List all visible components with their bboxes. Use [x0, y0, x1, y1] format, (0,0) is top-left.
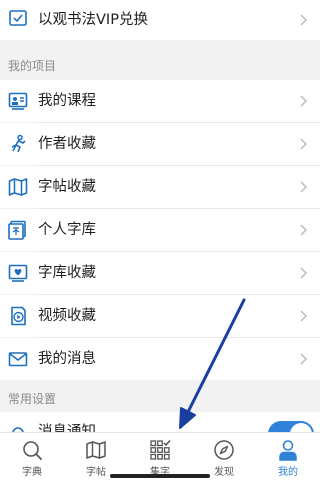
menu-item-label: 作者收藏 — [38, 136, 96, 152]
tab-collect-characters[interactable]: 集字 — [128, 433, 192, 480]
menu-item-label: 字库收藏 — [38, 265, 96, 281]
heart-tray-icon — [8, 264, 28, 282]
menu-item-video-favorites[interactable]: 视频收藏 — [0, 295, 320, 337]
tab-discover[interactable]: 发现 — [192, 433, 256, 480]
map-book-icon — [8, 178, 28, 196]
running-person-icon — [11, 134, 26, 153]
home-indicator — [110, 474, 210, 478]
tab-dictionary[interactable]: 字典 — [0, 433, 64, 480]
tab-label: 字典 — [22, 467, 42, 478]
chevron-right-icon — [300, 267, 308, 279]
gift-box-icon — [9, 10, 27, 26]
tab-copybook[interactable]: 字帖 — [64, 433, 128, 480]
person-icon — [279, 440, 297, 461]
menu-item-my-messages[interactable]: 我的消息 — [0, 338, 320, 380]
chevron-right-icon — [300, 224, 308, 236]
vip-redeem-label: 以观书法VIP兑换 — [38, 12, 148, 28]
menu-item-label: 视频收藏 — [38, 308, 96, 324]
section-title-projects: 我的项目 — [8, 59, 57, 73]
section-title-settings: 常用设置 — [8, 392, 57, 406]
menu-item-library-favorites[interactable]: 字库收藏 — [0, 252, 320, 294]
profile-screen: 以观书法VIP兑换 我的项目 我的课程 作者收藏 字帖收藏 个人字库 字库收藏 … — [0, 0, 320, 480]
chevron-right-icon — [300, 353, 308, 365]
menu-item-author-favorites[interactable]: 作者收藏 — [0, 123, 320, 165]
menu-item-label: 我的课程 — [38, 93, 96, 109]
tab-mine[interactable]: 我的 — [256, 433, 320, 480]
map-icon — [86, 441, 106, 459]
vip-redeem-row[interactable]: 以观书法VIP兑换 — [0, 0, 320, 40]
grid-check-icon — [150, 440, 171, 460]
menu-item-label: 个人字库 — [38, 222, 96, 238]
menu-item-label: 我的消息 — [38, 351, 96, 367]
chevron-right-icon — [300, 14, 308, 26]
chevron-right-icon — [300, 181, 308, 193]
course-board-icon — [8, 92, 28, 110]
envelope-icon — [8, 352, 28, 367]
bottom-tab-bar: 字典 字帖 集字 发现 我的 — [0, 432, 320, 480]
search-icon — [23, 441, 42, 460]
tab-label: 我的 — [278, 467, 298, 478]
menu-item-copybook-favorites[interactable]: 字帖收藏 — [0, 166, 320, 208]
compass-icon — [214, 440, 234, 460]
menu-item-personal-library[interactable]: 个人字库 — [0, 209, 320, 251]
chevron-right-icon — [300, 310, 308, 322]
menu-item-my-courses[interactable]: 我的课程 — [0, 80, 320, 122]
character-library-icon — [8, 220, 26, 240]
menu-item-label: 字帖收藏 — [38, 179, 96, 195]
chevron-right-icon — [300, 95, 308, 107]
video-play-icon — [11, 306, 26, 326]
chevron-right-icon — [300, 138, 308, 150]
